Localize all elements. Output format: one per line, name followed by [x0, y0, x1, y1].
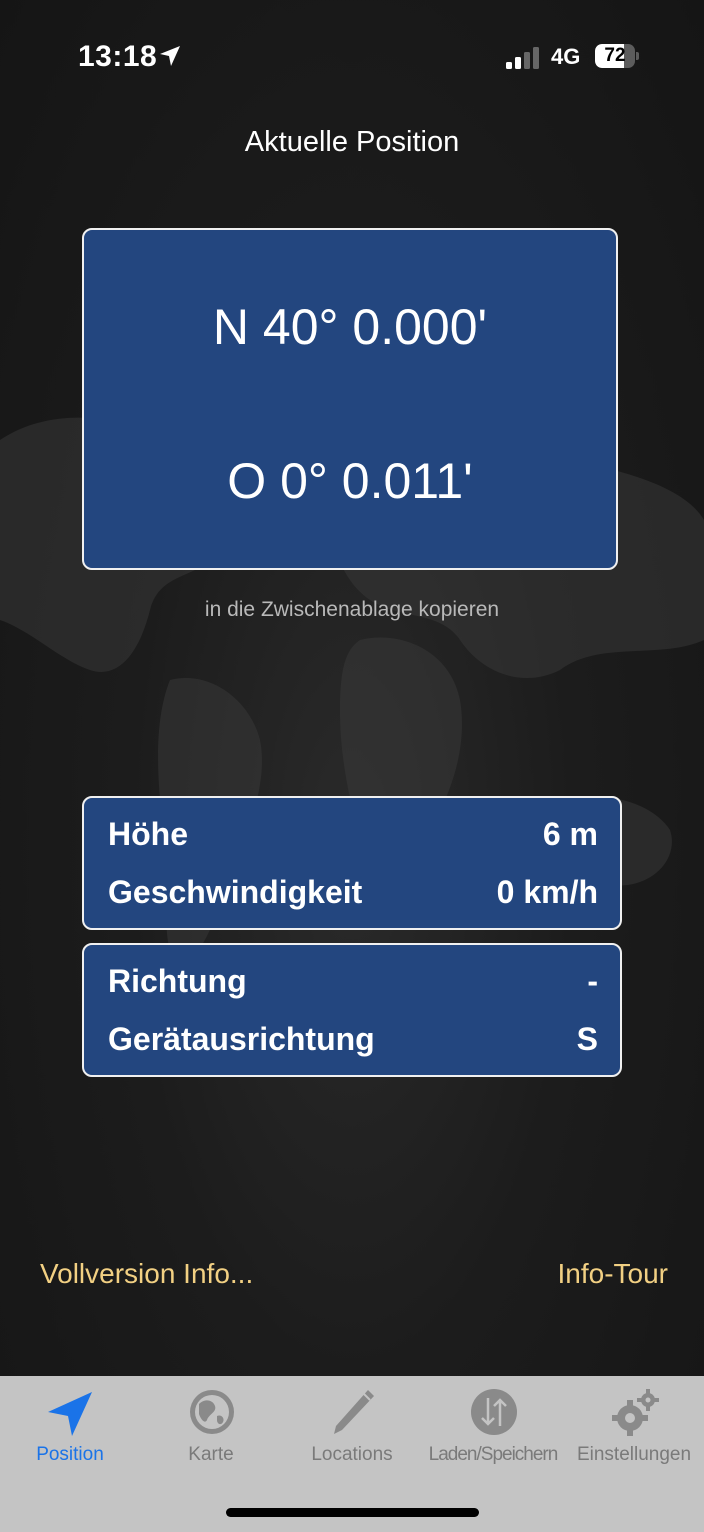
- location-arrow-icon: [160, 46, 180, 66]
- device-orientation-value: S: [576, 1021, 598, 1057]
- coordinates-panel[interactable]: N 40° 0.000' O 0° 0.011': [82, 228, 618, 570]
- copy-to-clipboard-button[interactable]: in die Zwischenablage kopieren: [0, 598, 704, 622]
- tab-position[interactable]: Position: [0, 1376, 140, 1476]
- altitude-label: Höhe: [108, 816, 188, 852]
- motion-info-panel: Höhe 6 m Geschwindigkeit 0 km/h: [82, 796, 622, 930]
- battery-icon: 72: [595, 44, 639, 68]
- tab-position-label: Position: [36, 1444, 104, 1465]
- altitude-row: Höhe 6 m: [108, 816, 598, 856]
- tab-einstellungen-label: Einstellungen: [576, 1444, 692, 1465]
- tab-laden-speichern-label: Laden/Speichern: [428, 1444, 559, 1465]
- battery-level: 72: [604, 45, 626, 66]
- full-version-info-link[interactable]: Vollversion Info...: [40, 1258, 253, 1290]
- device-orientation-label: Gerätausrichtung: [108, 1021, 375, 1057]
- tab-locations-label: Locations: [311, 1444, 393, 1465]
- longitude-value: O 0° 0.011': [227, 453, 473, 509]
- latitude-value: N 40° 0.000': [212, 299, 488, 355]
- altitude-value: 6 m: [542, 816, 598, 852]
- pencil-icon: [334, 1390, 374, 1434]
- tab-karte[interactable]: Karte: [141, 1376, 281, 1476]
- speed-value: 0 km/h: [496, 874, 598, 910]
- tab-laden-speichern[interactable]: Laden/Speichern: [423, 1376, 563, 1476]
- device-orientation-row: Gerätausrichtung S: [108, 1021, 598, 1061]
- speed-label: Geschwindigkeit: [108, 874, 363, 910]
- home-indicator[interactable]: [226, 1508, 479, 1517]
- load-save-arrows-icon: [471, 1389, 517, 1435]
- gears-icon: [612, 1389, 659, 1436]
- heading-row: Richtung -: [108, 963, 598, 1003]
- heading-value: -: [587, 963, 598, 999]
- globe-icon: [190, 1390, 234, 1434]
- navigation-arrow-icon: [48, 1392, 92, 1436]
- network-type: 4G: [551, 44, 581, 69]
- tab-einstellungen[interactable]: Einstellungen: [564, 1376, 704, 1476]
- page-title: Aktuelle Position: [244, 126, 460, 158]
- tab-karte-label: Karte: [188, 1444, 234, 1465]
- info-tour-link[interactable]: Info-Tour: [558, 1258, 669, 1290]
- speed-row: Geschwindigkeit 0 km/h: [108, 874, 598, 914]
- status-time: 13:18: [78, 40, 158, 73]
- heading-label: Richtung: [108, 963, 247, 999]
- signal-icon: [506, 47, 539, 69]
- direction-info-panel: Richtung - Gerätausrichtung S: [82, 943, 622, 1077]
- status-bar: 13:18 4G 72: [0, 0, 704, 110]
- tab-locations[interactable]: Locations: [282, 1376, 422, 1476]
